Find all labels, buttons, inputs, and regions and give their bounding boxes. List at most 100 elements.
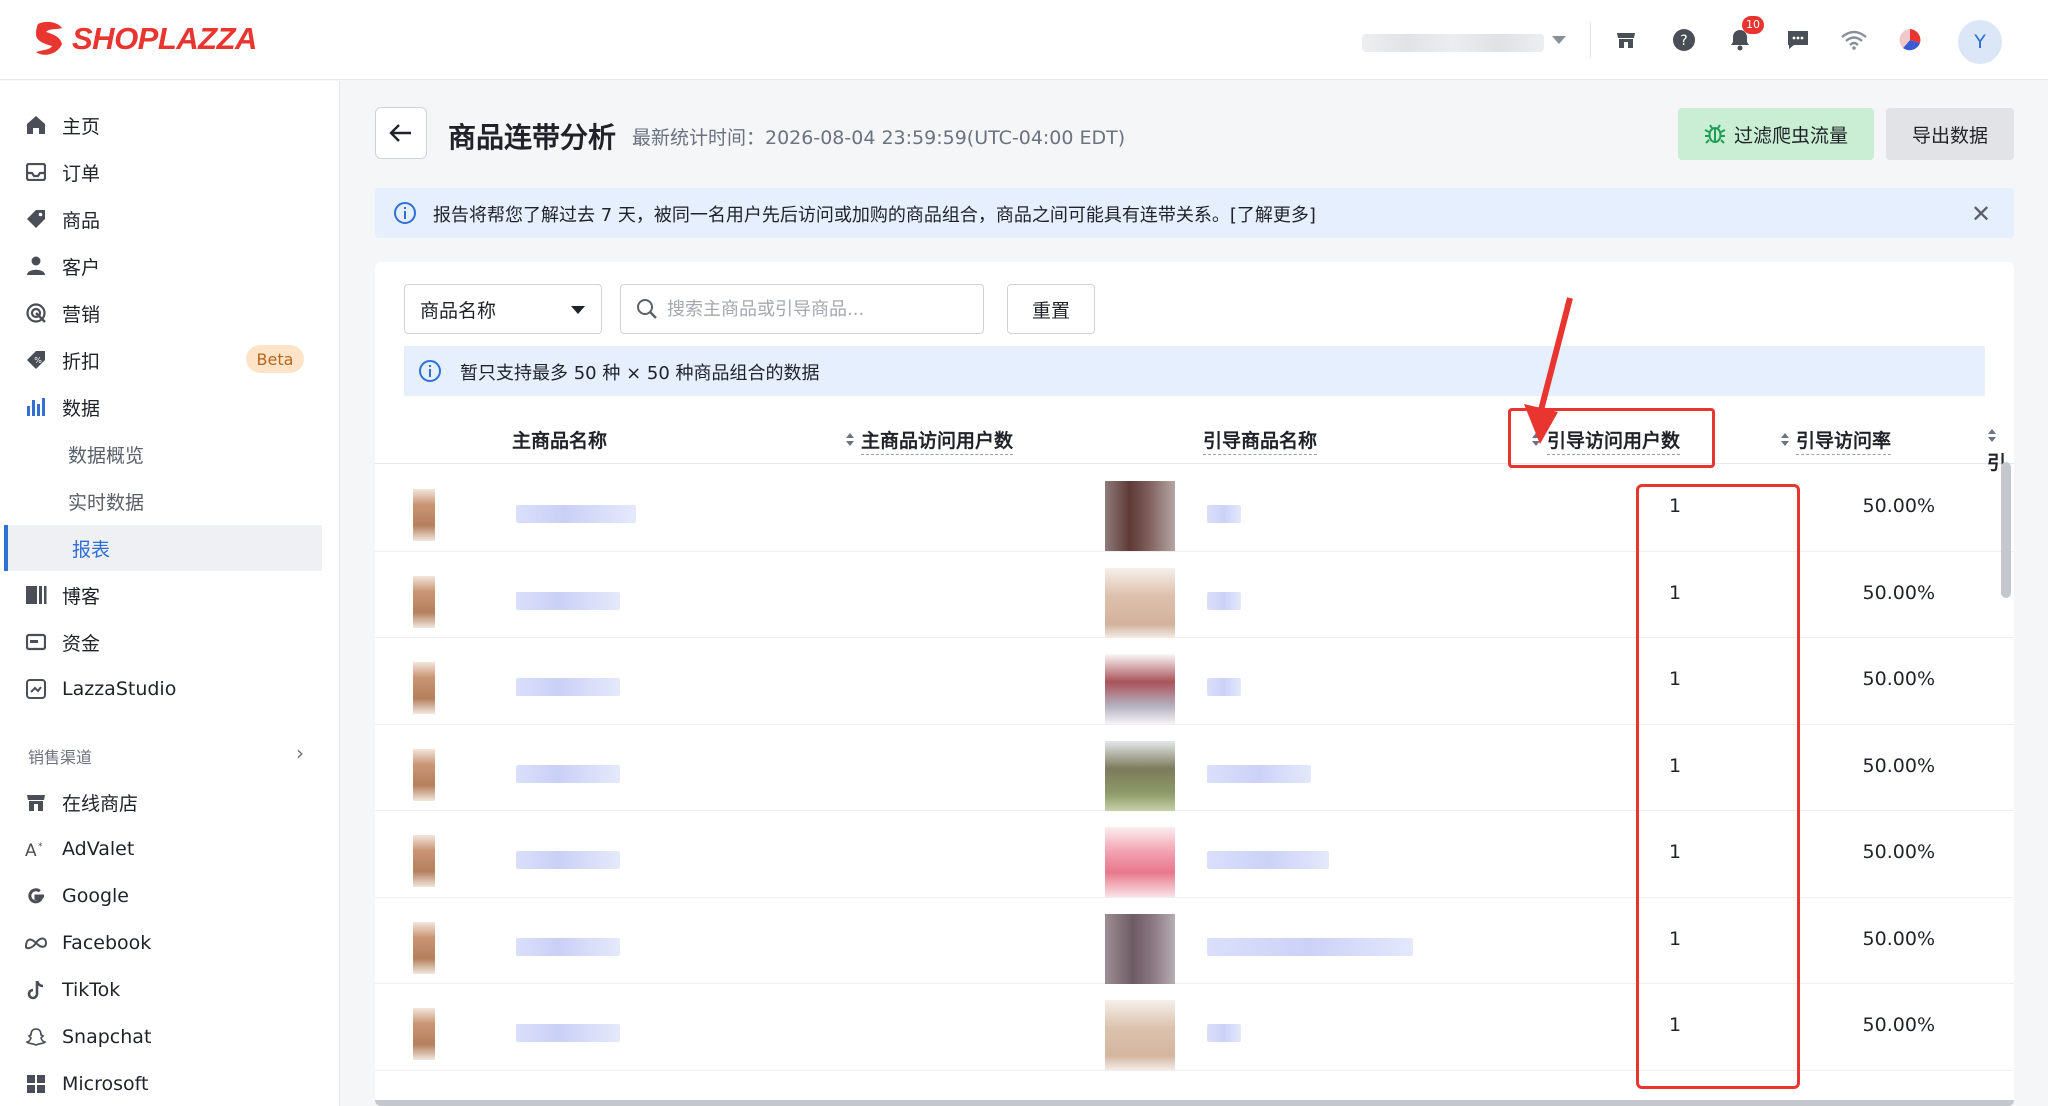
annotation-header-highlight [1508, 408, 1715, 468]
main-product-name[interactable] [516, 764, 620, 783]
main-product-name[interactable] [516, 591, 620, 610]
vertical-scrollbar[interactable] [2001, 462, 2011, 598]
guide-rate-cell: 50.00% [1862, 581, 1935, 604]
table-header: 主商品名称 主商品访问用户数 引导商品名称 引导访问用户数 引导访问率 引 [375, 410, 2014, 474]
col-main-product: 主商品名称 [512, 430, 608, 452]
main-product-name[interactable] [516, 505, 636, 523]
sidebar-item-label: Microsoft [62, 1073, 149, 1095]
field-select[interactable]: 商品名称 [404, 284, 602, 334]
horizontal-scrollbar[interactable] [375, 1100, 2014, 1106]
message-icon[interactable] [1784, 26, 1812, 54]
svg-text:A: A [25, 841, 37, 858]
sidebar-item-data[interactable]: 数据 [24, 387, 324, 427]
col-guide-rate[interactable]: 引导访问率 [1780, 426, 1892, 455]
guide-product-name[interactable] [1207, 591, 1241, 610]
sidebar-item-label: 博客 [62, 585, 101, 608]
sidebar-item-customers[interactable]: 客户 [24, 246, 324, 286]
sidebar-subitem-label: 报表 [72, 538, 111, 561]
sidebar-item-home[interactable]: 主页 [24, 105, 324, 145]
sidebar-item-blog[interactable]: 博客 [24, 575, 324, 615]
search-input[interactable] [667, 295, 967, 323]
sidebar-item-label: TikTok [62, 979, 121, 1001]
guide-rate-cell: 50.00% [1862, 668, 1935, 690]
beta-badge: Beta [246, 345, 304, 373]
search-icon [636, 298, 658, 324]
col-guide-product: 引导商品名称 [1203, 426, 1318, 455]
sidebar-item-finance[interactable]: 资金 [24, 622, 324, 662]
sort-icon[interactable] [1780, 432, 1790, 447]
sidebar-subitem-overview[interactable]: 数据概览 [68, 434, 144, 474]
chevron-right-icon[interactable]: › [296, 741, 304, 765]
top-bar: SHOPLAZZA ? 10 Y [0, 0, 2048, 80]
notification-badge: 10 [1742, 16, 1764, 34]
search-field[interactable] [620, 284, 984, 334]
wallet-icon [24, 630, 48, 654]
store-icon [24, 790, 48, 814]
reset-button[interactable]: 重置 [1007, 284, 1095, 334]
field-select-value: 商品名称 [420, 299, 497, 322]
avatar[interactable]: Y [1958, 20, 2002, 64]
brand-name: SHOPLAZZA [72, 21, 257, 56]
guide-product-name[interactable] [1207, 678, 1241, 696]
product-thumbnail [413, 921, 435, 974]
sidebar-item-marketing[interactable]: 营销 [24, 293, 324, 333]
svg-text:*: * [38, 842, 43, 852]
chevron-down-icon[interactable] [1552, 36, 1566, 44]
filter-bot-traffic-button[interactable]: 过滤爬虫流量 [1678, 108, 1874, 160]
store-selector[interactable] [1362, 34, 1544, 52]
sidebar-item-online-store[interactable]: 在线商店 [24, 782, 324, 822]
sidebar-item-orders[interactable]: 订单 [24, 152, 324, 192]
arrow-left-icon [389, 124, 411, 142]
tiktok-icon [24, 978, 48, 1002]
sidebar-item-snapchat[interactable]: Snapchat [24, 1017, 324, 1057]
tag-icon [24, 207, 48, 231]
sales-channels-label: 销售渠道 [28, 748, 93, 767]
guide-product-name[interactable] [1207, 1024, 1241, 1042]
sidebar-subitem-realtime[interactable]: 实时数据 [68, 481, 144, 521]
guide-product-name[interactable] [1207, 851, 1329, 869]
wifi-icon[interactable] [1840, 26, 1868, 54]
sidebar-item-label: Google [62, 885, 130, 907]
sidebar-item-tiktok[interactable]: TikTok [24, 970, 324, 1010]
product-thumbnail [1105, 654, 1175, 724]
product-thumbnail [1105, 827, 1175, 897]
sidebar-item-products[interactable]: 商品 [24, 199, 324, 239]
col-main-visitors[interactable]: 主商品访问用户数 [845, 426, 1014, 455]
main-product-name[interactable] [516, 851, 620, 869]
sort-icon[interactable] [845, 432, 855, 447]
guide-product-name[interactable] [1207, 937, 1413, 956]
sidebar-item-label: 商品 [62, 209, 101, 232]
user-icon [24, 254, 48, 278]
sidebar-item-facebook[interactable]: Facebook [24, 923, 324, 963]
notice-text: 暂只支持最多 50 种 × 50 种商品组合的数据 [460, 363, 820, 384]
sidebar-item-label: Facebook [62, 932, 152, 954]
google-icon [24, 884, 48, 908]
store-icon[interactable] [1612, 26, 1640, 54]
shoplazza-logo[interactable]: SHOPLAZZA [32, 20, 257, 58]
guide-product-name[interactable] [1207, 764, 1311, 783]
sidebar-item-microsoft[interactable]: Microsoft [24, 1064, 324, 1104]
bug-icon [1704, 124, 1726, 144]
limit-notice: 暂只支持最多 50 种 × 50 种商品组合的数据 [404, 346, 1985, 396]
sidebar-subitem-label: 实时数据 [68, 491, 145, 514]
sidebar-subitem-reports[interactable]: 报表 [4, 525, 322, 571]
export-data-button[interactable]: 导出数据 [1886, 108, 2014, 160]
sidebar-item-label: 客户 [62, 256, 101, 279]
sort-icon[interactable] [1987, 428, 1997, 443]
sidebar-item-advalet[interactable]: A * AdValet [24, 829, 324, 869]
color-wheel-icon[interactable] [1896, 26, 1924, 54]
last-updated-time: 最新统计时间：2026-08-04 23:59:59(UTC-04:00 EDT… [632, 127, 1126, 149]
sidebar-item-label: 资金 [62, 632, 101, 655]
sidebar-item-lazzastudio[interactable]: LazzaStudio [24, 669, 324, 709]
main-product-name[interactable] [516, 937, 620, 956]
sidebar-item-google[interactable]: Google [24, 876, 324, 916]
back-button[interactable] [375, 107, 427, 159]
product-thumbnail [1105, 567, 1175, 638]
product-thumbnail [413, 662, 435, 714]
main-product-name[interactable] [516, 1024, 620, 1042]
close-icon[interactable]: ✕ [1971, 200, 1991, 228]
guide-product-name[interactable] [1207, 505, 1241, 523]
sidebar-item-label: 营销 [62, 303, 101, 326]
help-icon[interactable]: ? [1670, 26, 1698, 54]
main-product-name[interactable] [516, 678, 620, 696]
